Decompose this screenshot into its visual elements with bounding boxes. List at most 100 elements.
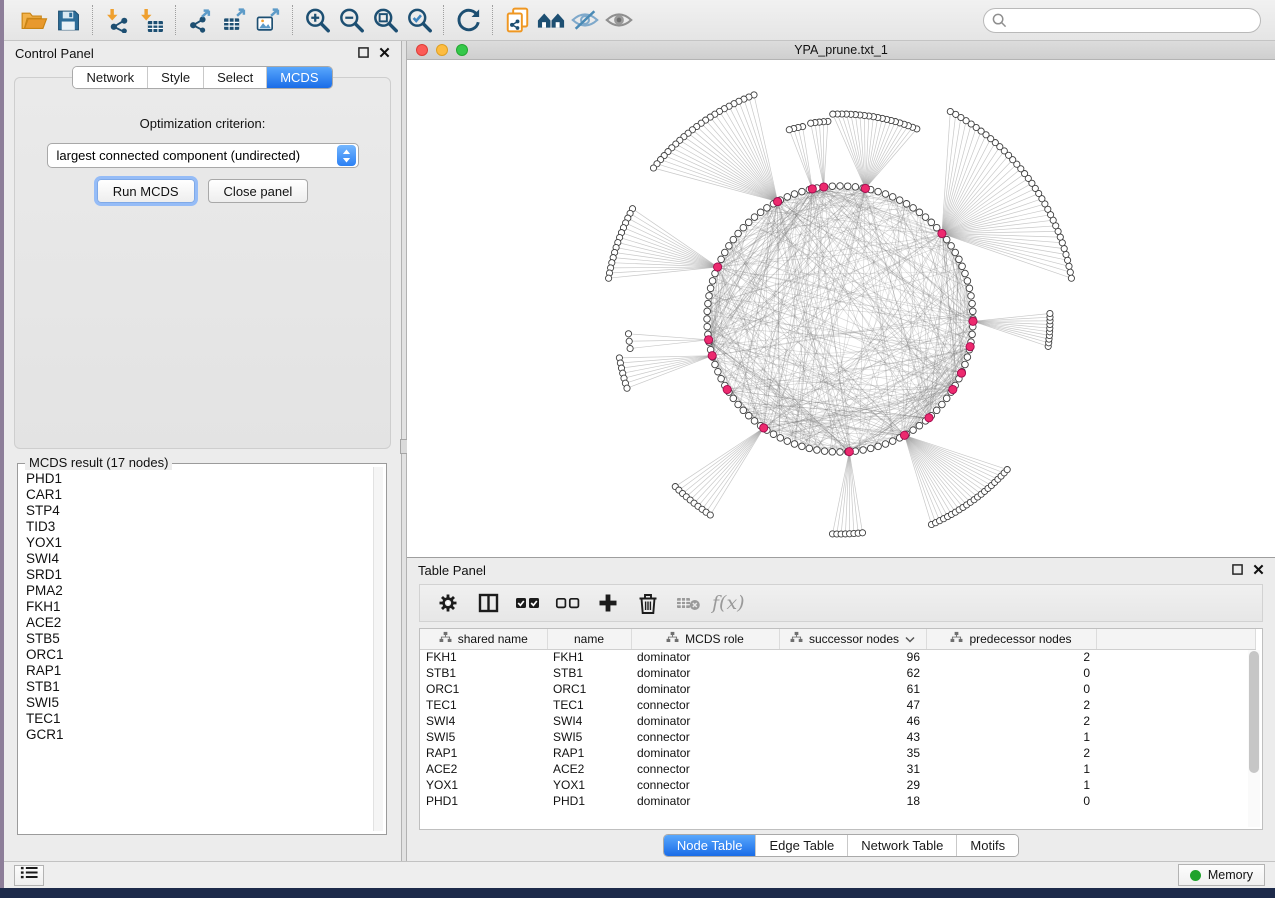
table-row[interactable]: ORC1ORC1dominator610: [420, 681, 1255, 697]
mcds-node-item[interactable]: ORC1: [26, 647, 372, 663]
zoom-selected-icon[interactable]: [402, 5, 436, 35]
table-settings-gear-icon[interactable]: [430, 588, 466, 618]
tab-style[interactable]: Style: [147, 67, 203, 88]
delete-table-icon: [670, 588, 706, 618]
table-scrollbar[interactable]: [1248, 650, 1260, 827]
float-panel-icon[interactable]: [1232, 563, 1243, 578]
table-row[interactable]: RAP1RAP1dominator352: [420, 745, 1255, 761]
network-view-window: YPA_prune.txt_1: [407, 41, 1275, 558]
network-canvas[interactable]: [407, 60, 1275, 557]
add-column-icon[interactable]: [590, 588, 626, 618]
deselect-all-checkboxes-icon[interactable]: [550, 588, 586, 618]
node-table: shared namenameMCDS rolesuccessor nodesp…: [419, 628, 1263, 830]
select-all-checkboxes-icon[interactable]: [510, 588, 546, 618]
export-network-icon[interactable]: [183, 5, 217, 35]
export-table-icon[interactable]: [217, 5, 251, 35]
memory-status-icon: [1190, 870, 1201, 881]
mcds-node-item[interactable]: ACE2: [26, 615, 372, 631]
import-table-icon[interactable]: [134, 5, 168, 35]
float-panel-icon[interactable]: [358, 46, 369, 61]
sort-chevron-icon[interactable]: [905, 632, 915, 646]
table-row[interactable]: PHD1PHD1dominator180: [420, 793, 1255, 809]
control-panel-header: Control Panel: [4, 41, 401, 66]
column-header-name[interactable]: name: [547, 629, 631, 649]
mcds-node-item[interactable]: STB1: [26, 679, 372, 695]
mcds-node-item[interactable]: YOX1: [26, 535, 372, 551]
show-columns-icon[interactable]: [470, 588, 506, 618]
column-header-successor-nodes[interactable]: successor nodes: [779, 629, 926, 649]
toolbar-group: [293, 5, 444, 35]
network-view-titlebar: YPA_prune.txt_1: [407, 41, 1275, 60]
zoom-out-icon[interactable]: [334, 5, 368, 35]
close-panel-button[interactable]: Close panel: [208, 179, 309, 203]
column-namespace-icon: [950, 631, 963, 646]
tab-network[interactable]: Network: [73, 67, 147, 88]
column-header-predecessor-nodes[interactable]: predecessor nodes: [926, 629, 1096, 649]
zoom-in-icon[interactable]: [300, 5, 334, 35]
show-all-icon[interactable]: [602, 5, 636, 35]
tab-edge-table[interactable]: Edge Table: [755, 835, 847, 856]
duplicate-network-icon[interactable]: [500, 5, 534, 35]
mcds-node-item[interactable]: TID3: [26, 519, 372, 535]
close-panel-icon[interactable]: [1253, 563, 1264, 578]
task-history-button[interactable]: [14, 865, 44, 886]
task-list-icon: [20, 865, 38, 885]
mcds-tab-content: Optimization criterion: largest connecte…: [14, 77, 391, 449]
column-namespace-icon: [439, 631, 452, 646]
mcds-result-group: MCDS result (17 nodes) PHD1CAR1STP4TID3Y…: [17, 463, 387, 835]
optimization-criterion-select[interactable]: largest connected component (undirected): [47, 143, 359, 168]
mcds-node-item[interactable]: SRD1: [26, 567, 372, 583]
zoom-fit-icon[interactable]: [368, 5, 402, 35]
mcds-node-item[interactable]: GCR1: [26, 727, 372, 743]
table-row[interactable]: ACE2ACE2connector311: [420, 761, 1255, 777]
mcds-node-item[interactable]: RAP1: [26, 663, 372, 679]
mcds-result-list[interactable]: PHD1CAR1STP4TID3YOX1SWI4SRD1PMA2FKH1ACE2…: [21, 471, 372, 831]
search-input[interactable]: [983, 8, 1261, 33]
table-row[interactable]: SWI5SWI5connector431: [420, 729, 1255, 745]
tab-node-table[interactable]: Node Table: [664, 835, 756, 856]
table-row[interactable]: FKH1FKH1dominator962: [420, 649, 1255, 665]
tab-mcds[interactable]: MCDS: [266, 67, 331, 88]
mcds-node-item[interactable]: FKH1: [26, 599, 372, 615]
export-image-icon[interactable]: [251, 5, 285, 35]
mcds-node-item[interactable]: SWI5: [26, 695, 372, 711]
tab-motifs[interactable]: Motifs: [956, 835, 1018, 856]
toolbar-icon-groups: [10, 5, 643, 35]
tab-network-table[interactable]: Network Table: [847, 835, 956, 856]
table-tabs: Node TableEdge TableNetwork TableMotifs: [407, 830, 1275, 861]
function-builder-icon: f(x): [710, 588, 746, 618]
column-header-MCDS-role[interactable]: MCDS role: [631, 629, 779, 649]
delete-columns-icon[interactable]: [630, 588, 666, 618]
control-panel-tabs: NetworkStyleSelectMCDS: [4, 66, 401, 89]
cytoscape-window: Control Panel NetworkStyleSelectMCDS Opt…: [4, 0, 1275, 888]
mcds-node-item[interactable]: CAR1: [26, 487, 372, 503]
open-session-icon[interactable]: [17, 5, 51, 35]
import-network-icon[interactable]: [100, 5, 134, 35]
mcds-node-item[interactable]: TEC1: [26, 711, 372, 727]
hide-selected-icon[interactable]: [568, 5, 602, 35]
search-box: [983, 8, 1261, 33]
tab-select[interactable]: Select: [203, 67, 266, 88]
mcds-node-item[interactable]: STB5: [26, 631, 372, 647]
first-neighbors-icon[interactable]: [534, 5, 568, 35]
table-row[interactable]: TEC1TEC1connector472: [420, 697, 1255, 713]
toolbar-group: [93, 5, 176, 35]
table-row[interactable]: STB1STB1dominator620: [420, 665, 1255, 681]
table-row[interactable]: SWI4SWI4dominator462: [420, 713, 1255, 729]
table-row[interactable]: YOX1YOX1connector291: [420, 777, 1255, 793]
column-header-shared-name[interactable]: shared name: [420, 629, 547, 649]
table-scrollbar-thumb[interactable]: [1249, 651, 1259, 773]
mcds-node-item[interactable]: PMA2: [26, 583, 372, 599]
toolbar-group: [444, 5, 493, 35]
memory-button[interactable]: Memory: [1178, 864, 1265, 886]
mcds-node-item[interactable]: SWI4: [26, 551, 372, 567]
network-graph[interactable]: [407, 60, 1275, 557]
main-toolbar: [4, 0, 1275, 41]
save-session-icon[interactable]: [51, 5, 85, 35]
mcds-node-item[interactable]: PHD1: [26, 471, 372, 487]
close-panel-icon[interactable]: [379, 46, 390, 61]
run-mcds-button[interactable]: Run MCDS: [97, 179, 195, 203]
refresh-layout-icon[interactable]: [451, 5, 485, 35]
mcds-list-scrollbar[interactable]: [373, 467, 383, 831]
mcds-node-item[interactable]: STP4: [26, 503, 372, 519]
